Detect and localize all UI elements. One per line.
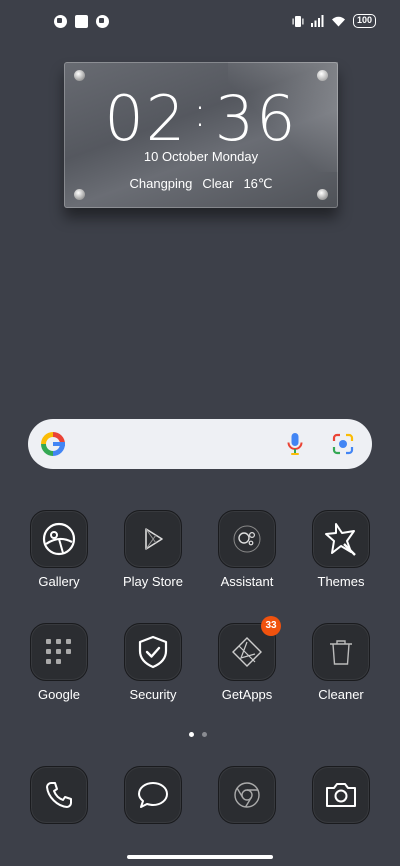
google-search-bar[interactable] xyxy=(28,419,372,469)
dock-phone[interactable] xyxy=(12,766,106,824)
dock-messages[interactable] xyxy=(106,766,200,824)
clock-hours: 02 xyxy=(104,82,188,155)
getapps-icon xyxy=(232,637,262,667)
camera-icon xyxy=(326,783,356,807)
app-label: Google xyxy=(38,687,80,702)
weather-line: Changping Clear 16℃ xyxy=(64,176,338,192)
google-lens-icon[interactable] xyxy=(331,432,355,456)
gallery-tile[interactable] xyxy=(30,510,88,568)
themes-tile[interactable] xyxy=(312,510,370,568)
app-notification-icon xyxy=(96,15,109,28)
messages-tile[interactable] xyxy=(124,766,182,824)
clock-time: 02:36 xyxy=(64,80,338,152)
clock-minutes: 36 xyxy=(214,82,298,155)
google-folder-icon xyxy=(46,639,71,664)
assistant-icon xyxy=(233,525,261,553)
microphone-icon[interactable] xyxy=(286,432,304,456)
app-label: GetApps xyxy=(221,687,273,702)
trash-icon xyxy=(330,640,352,665)
getapps-tile[interactable]: 33 xyxy=(218,616,281,681)
home-gesture-bar[interactable] xyxy=(127,855,273,859)
signal-icon xyxy=(310,15,324,27)
battery-icon: 100 xyxy=(352,14,376,28)
notification-icons xyxy=(54,15,109,28)
app-security[interactable]: Security xyxy=(106,623,200,702)
messages-icon xyxy=(138,782,168,808)
app-notification-icon xyxy=(54,15,67,28)
app-label: Gallery xyxy=(38,574,80,589)
cleaner-tile[interactable] xyxy=(312,623,370,681)
app-label: Assistant xyxy=(220,574,274,589)
app-gallery[interactable]: Gallery xyxy=(12,510,106,589)
play-store-tile[interactable] xyxy=(124,510,182,568)
vibrate-icon xyxy=(292,15,304,27)
camera-tile[interactable] xyxy=(312,766,370,824)
google-logo-icon xyxy=(41,432,65,456)
app-label: Cleaner xyxy=(318,687,364,702)
app-themes[interactable]: Themes xyxy=(294,510,388,589)
assistant-tile[interactable] xyxy=(218,510,276,568)
page-dot-active xyxy=(189,732,194,737)
clock-weather-widget[interactable]: 02:36 10 October Monday Changping Clear 16… xyxy=(64,62,338,208)
security-shield-icon xyxy=(138,635,168,669)
clock-separator: : xyxy=(193,90,209,136)
app-cleaner[interactable]: Cleaner xyxy=(294,623,388,702)
security-tile[interactable] xyxy=(124,623,182,681)
square-notification-icon xyxy=(75,15,88,28)
screw-icon xyxy=(317,70,328,81)
page-dot xyxy=(202,732,207,737)
app-label: Play Store xyxy=(123,574,183,589)
app-assistant[interactable]: Assistant xyxy=(200,510,294,589)
phone-tile[interactable] xyxy=(30,766,88,824)
phone-icon xyxy=(46,782,72,808)
app-label: Themes xyxy=(317,574,365,589)
gallery-icon xyxy=(42,522,76,556)
wifi-icon xyxy=(331,16,345,27)
dock-chrome[interactable] xyxy=(200,766,294,824)
weather-temperature: 16℃ xyxy=(243,176,273,191)
themes-icon xyxy=(325,523,356,556)
chrome-tile[interactable] xyxy=(218,766,276,824)
weather-city: Changping xyxy=(129,176,193,191)
app-play-store[interactable]: Play Store xyxy=(106,510,200,589)
clock-date: 10 October Monday xyxy=(143,149,259,164)
app-getapps[interactable]: 33 GetApps xyxy=(200,616,294,702)
app-label: Security xyxy=(129,687,177,702)
page-indicator xyxy=(189,732,207,737)
notification-badge: 33 xyxy=(261,616,281,636)
weather-condition: Clear xyxy=(202,176,234,191)
chrome-icon xyxy=(234,782,260,808)
google-folder-tile[interactable] xyxy=(30,623,88,681)
app-google-folder[interactable]: Google xyxy=(12,623,106,702)
status-bar: 100 xyxy=(0,0,400,44)
play-store-icon xyxy=(145,528,163,550)
dock-camera[interactable] xyxy=(294,766,388,824)
system-icons: 100 xyxy=(292,14,376,28)
